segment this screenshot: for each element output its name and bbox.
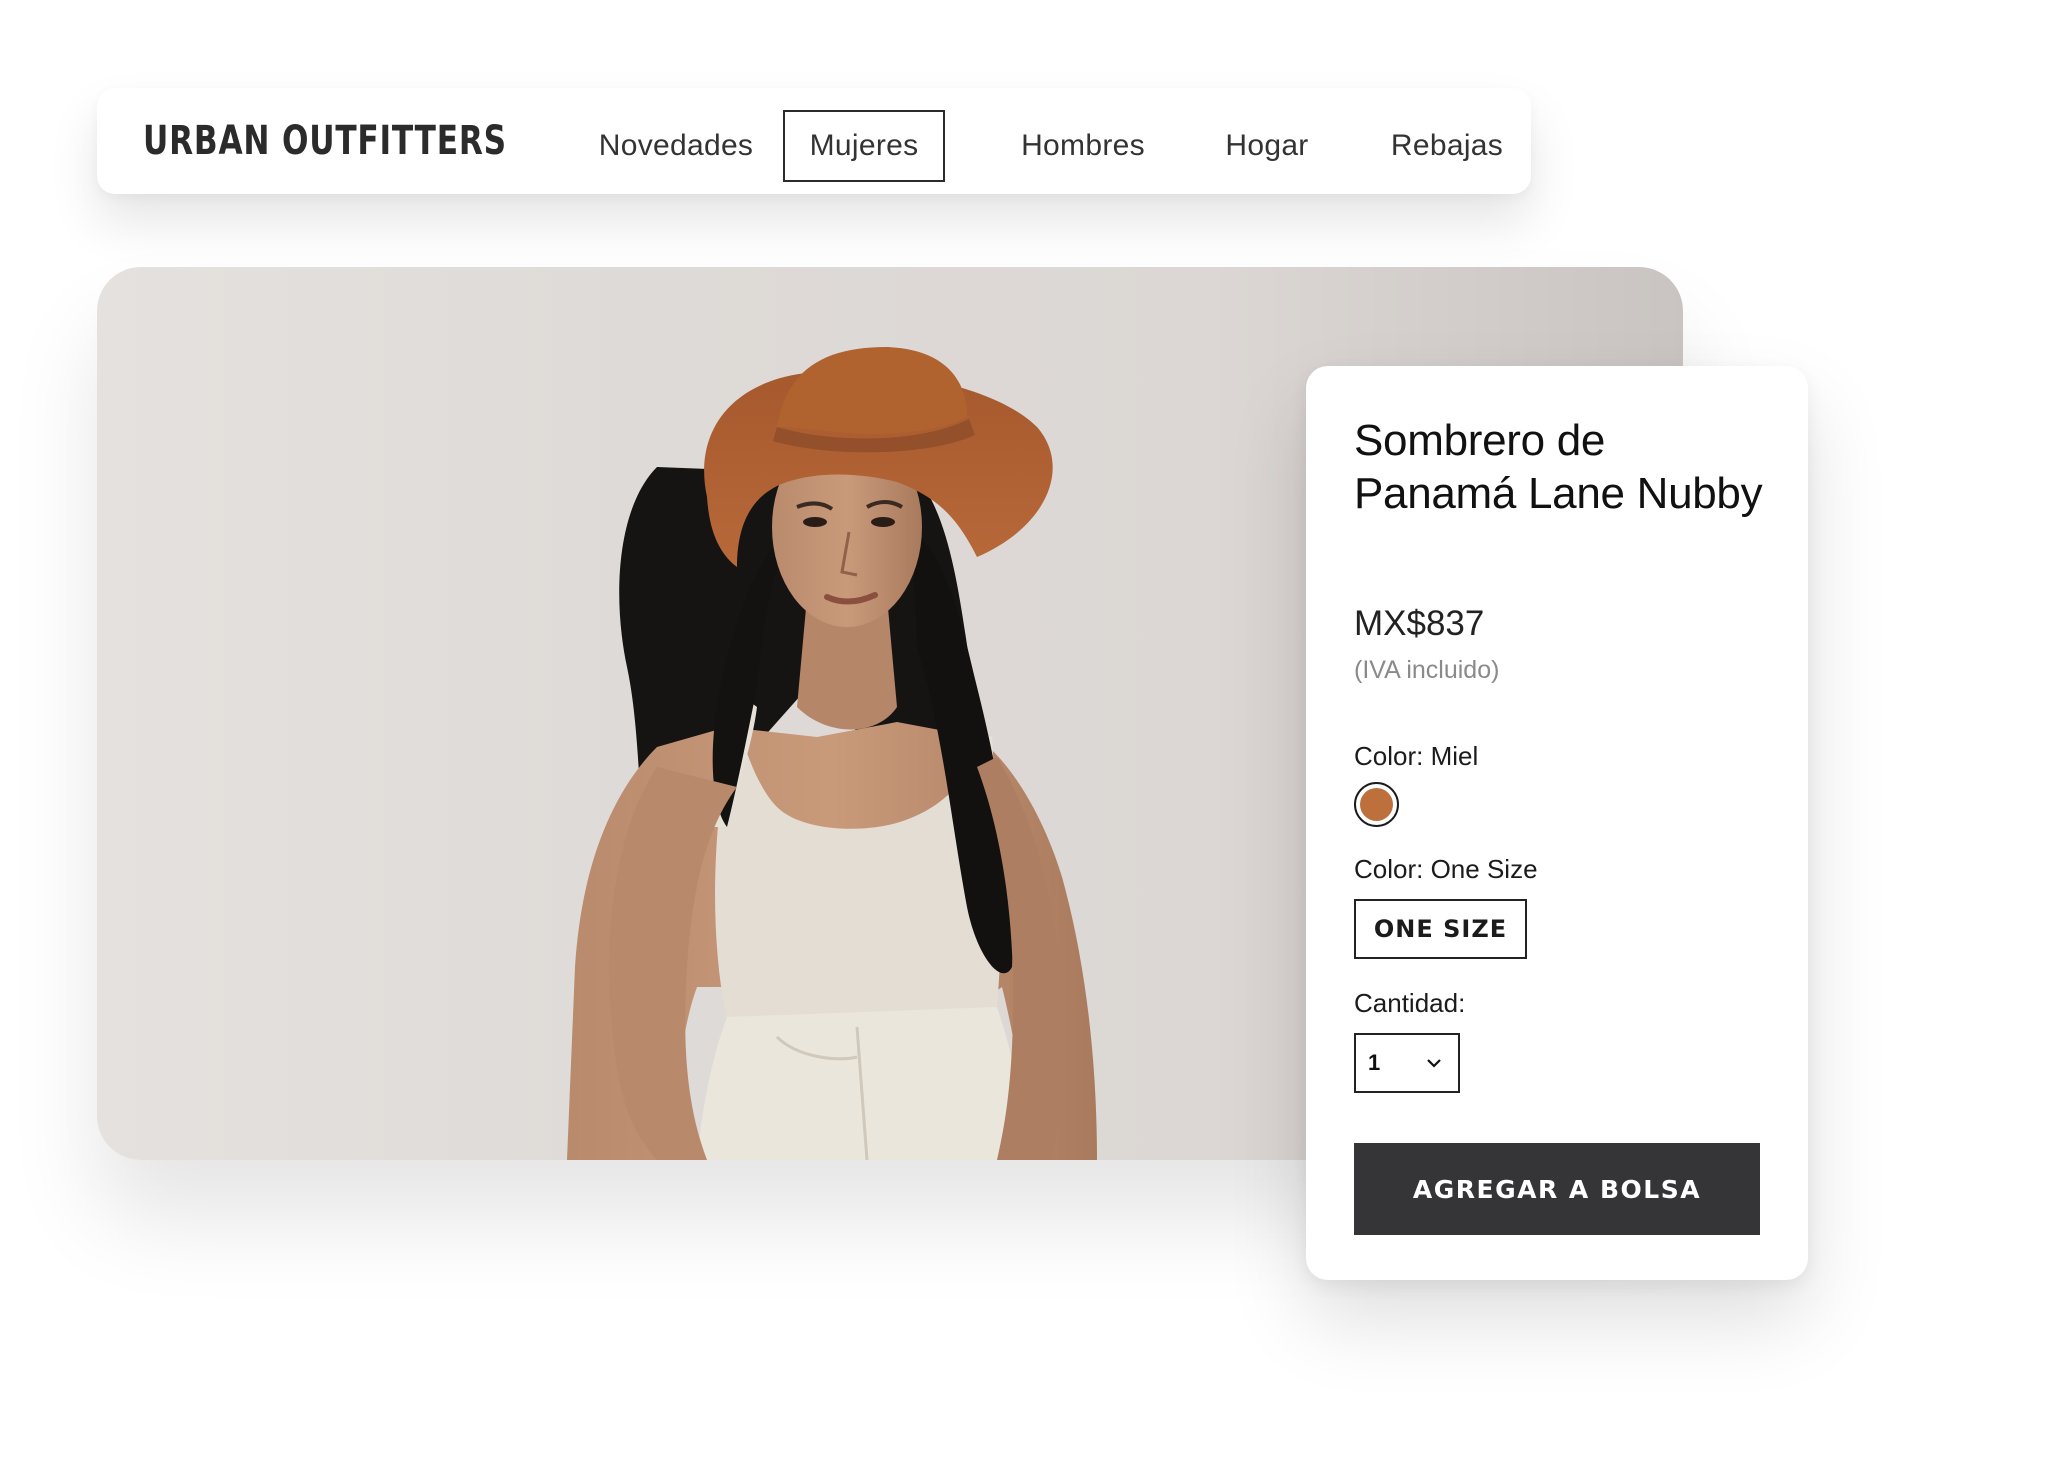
color-label: Color: Miel: [1354, 741, 1479, 771]
add-to-bag-button[interactable]: AGREGAR A BOLSA: [1354, 1143, 1760, 1235]
brand-logo[interactable]: URBAN OUTFITTERS: [143, 118, 507, 164]
quantity-select[interactable]: 1: [1354, 1033, 1460, 1093]
nav-item-hogar[interactable]: Hogar: [1202, 110, 1332, 182]
product-detail-card: Sombrero de Panamá Lane Nubby MX$837 (IV…: [1306, 366, 1808, 1280]
product-title: Sombrero de Panamá Lane Nubby: [1354, 416, 1763, 518]
tax-note: (IVA incluido): [1354, 656, 1500, 684]
nav-item-rebajas[interactable]: Rebajas: [1362, 110, 1532, 182]
nav-item-mujeres[interactable]: Mujeres: [783, 110, 945, 182]
product-price: MX$837: [1354, 604, 1485, 643]
quantity-value: 1: [1368, 1050, 1381, 1075]
size-label: Color: One Size: [1354, 854, 1538, 884]
color-swatch-fill: [1360, 788, 1393, 821]
size-option-one-size[interactable]: ONE SIZE: [1354, 899, 1527, 959]
nav-item-hombres[interactable]: Hombres: [987, 110, 1179, 182]
top-navigation: URBAN OUTFITTERS Novedades Mujeres Hombr…: [97, 88, 1531, 194]
nav-item-novedades[interactable]: Novedades: [571, 110, 781, 182]
page: URBAN OUTFITTERS Novedades Mujeres Hombr…: [0, 0, 2048, 1457]
color-swatch-miel[interactable]: [1354, 782, 1399, 827]
chevron-down-icon: [1427, 1059, 1441, 1068]
quantity-label: Cantidad:: [1354, 988, 1466, 1018]
